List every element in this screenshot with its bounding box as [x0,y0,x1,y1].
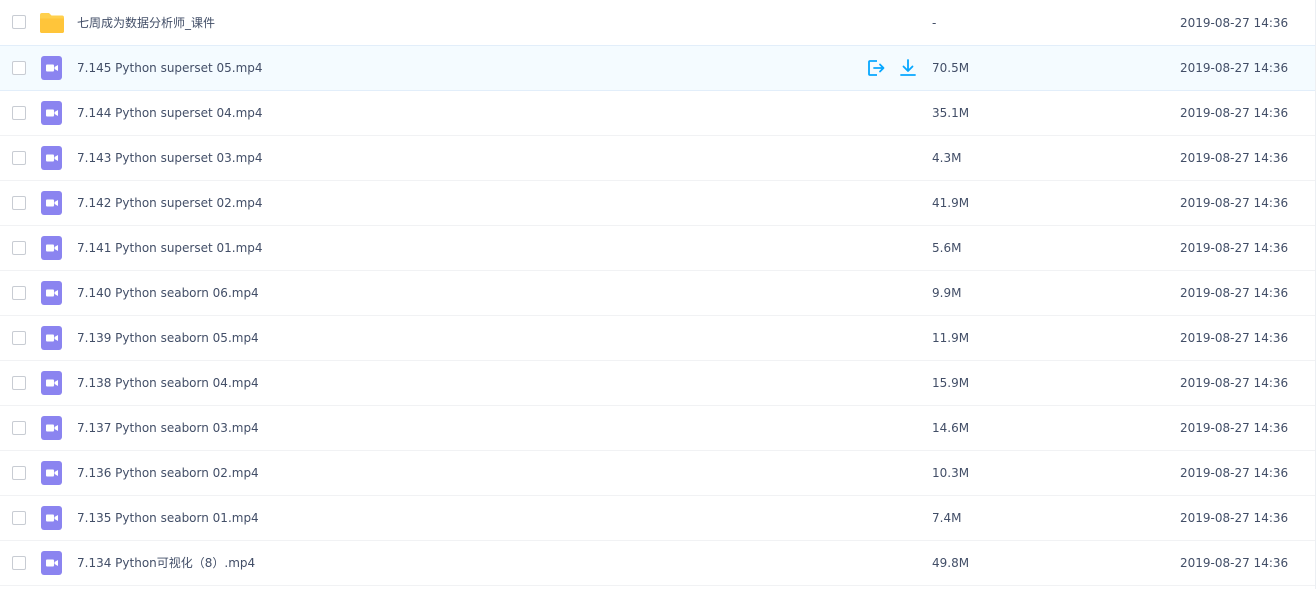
file-size: 11.9M [932,331,970,345]
row-checkbox[interactable] [12,511,26,525]
row-checkbox[interactable] [12,331,26,345]
modified-date: 2019-08-27 14:36 [1180,241,1289,255]
modified-date: 2019-08-27 14:36 [1180,61,1289,75]
row-actions [866,58,918,78]
modified-date: 2019-08-27 14:36 [1180,511,1289,525]
file-row[interactable]: 7.139 Python seaborn 05.mp4 11.9M 2019-08-… [0,316,1316,361]
video-file-icon [39,281,65,305]
row-checkbox[interactable] [12,241,26,255]
folder-icon [39,11,65,35]
file-size: 7.4M [932,511,962,525]
row-checkbox[interactable] [12,15,26,29]
modified-date: 2019-08-27 14:36 [1180,421,1289,435]
file-name[interactable]: 7.136 Python seaborn 02.mp4 [77,451,259,495]
file-name[interactable]: 7.145 Python superset 05.mp4 [77,46,263,90]
file-name[interactable]: 7.141 Python superset 01.mp4 [77,226,263,270]
row-checkbox[interactable] [12,196,26,210]
row-checkbox[interactable] [12,61,26,75]
file-row[interactable]: 7.143 Python superset 03.mp4 4.3M 2019-08-… [0,136,1316,181]
file-name[interactable]: 7.140 Python seaborn 06.mp4 [77,271,259,315]
file-size: 14.6M [932,421,970,435]
file-row[interactable]: 7.135 Python seaborn 01.mp4 7.4M 2019-08-2… [0,496,1316,541]
file-name[interactable]: 七周成为数据分析师_课件 [77,0,215,46]
modified-date: 2019-08-27 14:36 [1180,286,1289,300]
modified-date: 2019-08-27 14:36 [1180,556,1289,570]
file-size: 4.3M [932,151,962,165]
file-size: 41.9M [932,196,970,210]
row-checkbox[interactable] [12,466,26,480]
share-icon[interactable] [866,58,886,78]
file-row[interactable]: 7.141 Python superset 01.mp4 5.6M 2019-08-… [0,226,1316,271]
file-name[interactable]: 7.144 Python superset 04.mp4 [77,91,263,135]
modified-date: 2019-08-27 14:36 [1180,106,1289,120]
modified-date: 2019-08-27 14:36 [1180,151,1289,165]
video-file-icon [39,371,65,395]
row-checkbox[interactable] [12,376,26,390]
file-row[interactable]: 7.140 Python seaborn 06.mp4 9.9M 2019-08-2… [0,271,1316,316]
video-file-icon [39,416,65,440]
video-file-icon [39,101,65,125]
row-checkbox[interactable] [12,106,26,120]
modified-date: 2019-08-27 14:36 [1180,376,1289,390]
file-size: 10.3M [932,466,970,480]
modified-date: 2019-08-27 14:36 [1180,16,1289,30]
video-file-icon [39,551,65,575]
video-file-icon [39,236,65,260]
row-checkbox[interactable] [12,556,26,570]
file-name[interactable]: 7.138 Python seaborn 04.mp4 [77,361,259,405]
file-size: - [932,16,937,30]
file-size: 70.5M [932,61,970,75]
folder-row[interactable]: 七周成为数据分析师_课件 - 2019-08-27 14:36 [0,0,1316,46]
file-row[interactable]: 7.138 Python seaborn 04.mp4 15.9M 2019-08-… [0,361,1316,406]
video-file-icon [39,191,65,215]
file-name[interactable]: 7.139 Python seaborn 05.mp4 [77,316,259,360]
file-name[interactable]: 7.142 Python superset 02.mp4 [77,181,263,225]
row-checkbox[interactable] [12,151,26,165]
video-file-icon [39,326,65,350]
video-file-icon [39,506,65,530]
modified-date: 2019-08-27 14:36 [1180,331,1289,345]
file-name[interactable]: 7.137 Python seaborn 03.mp4 [77,406,259,450]
file-size: 5.6M [932,241,962,255]
file-row[interactable]: 7.142 Python superset 02.mp4 41.9M 2019-08… [0,181,1316,226]
modified-date: 2019-08-27 14:36 [1180,466,1289,480]
file-name[interactable]: 7.135 Python seaborn 01.mp4 [77,496,259,540]
file-size: 35.1M [932,106,970,120]
row-checkbox[interactable] [12,286,26,300]
file-row[interactable]: 7.144 Python superset 04.mp4 35.1M 2019-08… [0,91,1316,136]
video-file-icon [39,146,65,170]
file-size: 49.8M [932,556,970,570]
video-file-icon [39,461,65,485]
file-size: 15.9M [932,376,970,390]
file-row[interactable]: 7.134 Python可视化（8）.mp4 49.8M 2019-08-27 14… [0,541,1316,586]
download-icon[interactable] [898,58,918,78]
file-name[interactable]: 7.143 Python superset 03.mp4 [77,136,263,180]
file-row[interactable]: 7.136 Python seaborn 02.mp4 10.3M 2019-08-… [0,451,1316,496]
file-name[interactable]: 7.134 Python可视化（8）.mp4 [77,541,255,585]
file-row[interactable]: 7.137 Python seaborn 03.mp4 14.6M 2019-08-… [0,406,1316,451]
modified-date: 2019-08-27 14:36 [1180,196,1289,210]
file-list: 七周成为数据分析师_课件 -2019-08-27 14:36 7.145 Pytho… [0,0,1316,589]
file-size: 9.9M [932,286,962,300]
file-row[interactable]: 7.145 Python superset 05.mp4 70.5M 2019-08… [0,45,1316,91]
row-checkbox[interactable] [12,421,26,435]
video-file-icon [39,56,65,80]
